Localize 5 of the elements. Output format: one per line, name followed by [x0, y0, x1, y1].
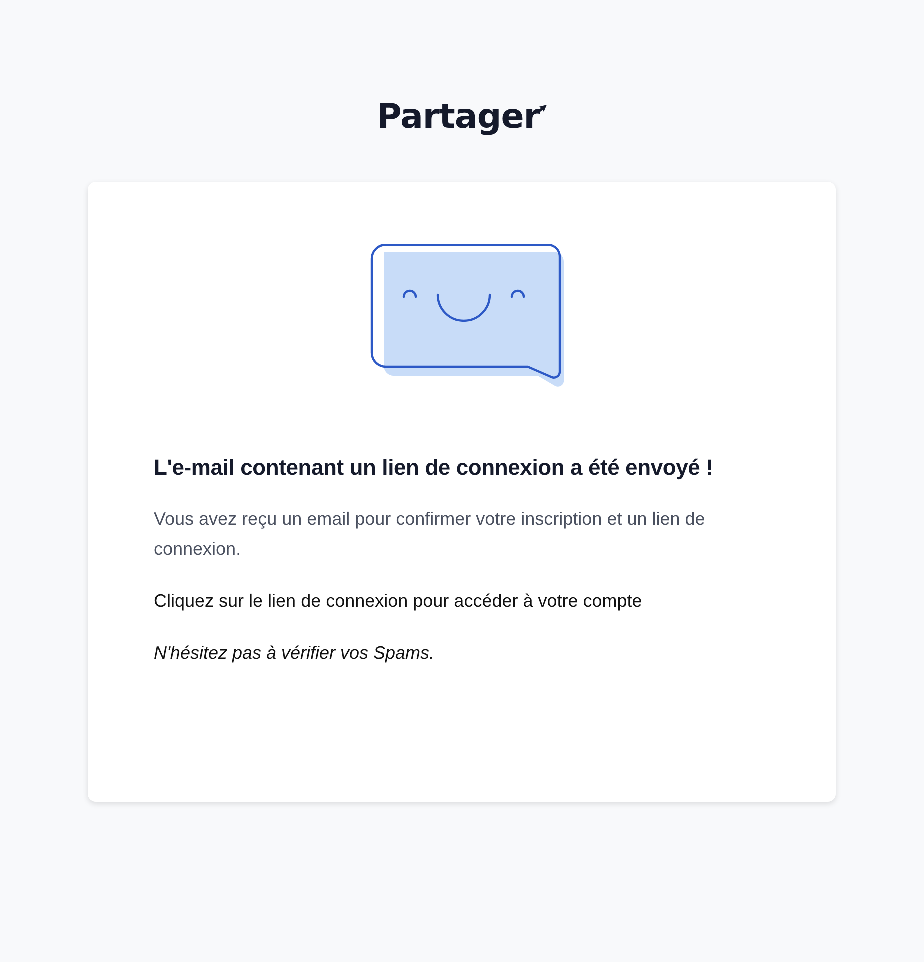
paragraph: Vous avez reçu un email pour confirmer votre inscription et un lien de connexion.	[154, 508, 706, 561]
logo-text: Partager	[376, 96, 540, 139]
heading: L'e-mail contenant un lien de connexion a été envoyé !	[154, 454, 714, 482]
paragraph: Cliquez sur le lien de connexion pour accéder à votre compte	[154, 590, 644, 613]
paragraph: N'hésitez pas à vérifier vos Spams.	[154, 642, 436, 665]
